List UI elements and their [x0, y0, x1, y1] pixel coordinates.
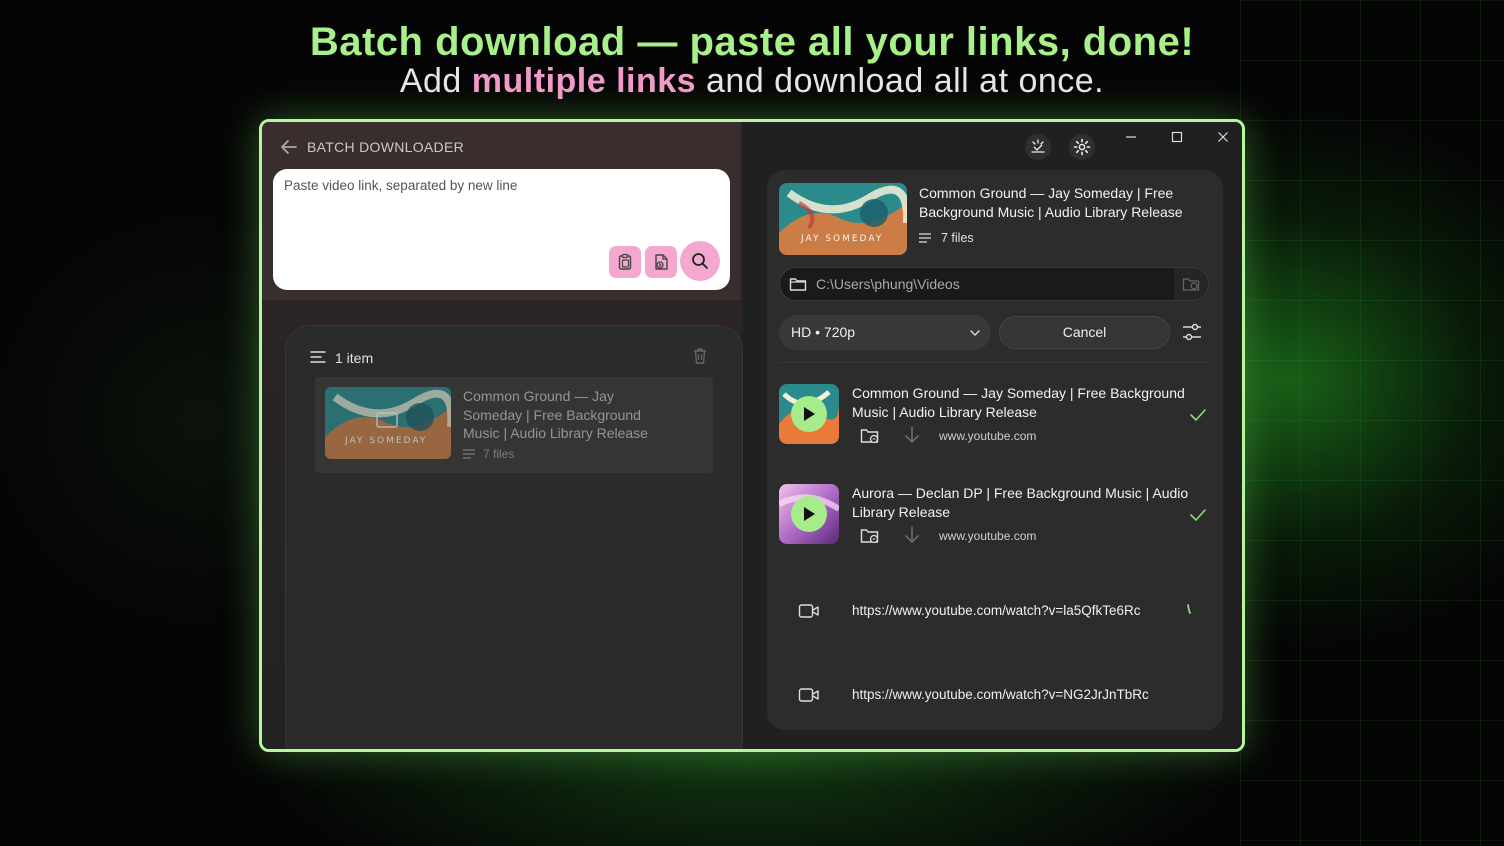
svg-text:JAY SOMEDAY: JAY SOMEDAY	[800, 234, 883, 244]
quality-selected: HD • 720p	[791, 324, 856, 340]
download-card: JAY SOMEDAY Common Ground — Jay Someday …	[767, 170, 1223, 730]
search-button[interactable]	[680, 241, 720, 281]
folder-browse-icon	[1182, 278, 1200, 291]
loading-spinner-icon	[1185, 601, 1201, 617]
download-row[interactable]: Aurora — Declan DP | Free Background Mus…	[767, 484, 1223, 574]
queue-panel: 1 item JAY SOMEDAY Common Ground — Jay S…	[285, 325, 743, 749]
play-button[interactable]	[791, 496, 827, 532]
queue-item-title: Common Ground — Jay Someday | Free Backg…	[463, 388, 648, 441]
pending-url: https://www.youtube.com/watch?v=la5QfkTe…	[852, 603, 1141, 618]
download-title: Aurora — Declan DP | Free Background Mus…	[852, 485, 1189, 520]
right-pane: JAY SOMEDAY Common Ground — Jay Someday …	[743, 122, 1242, 749]
file-import-icon	[655, 254, 668, 270]
video-camera-icon	[798, 687, 820, 703]
save-path-field[interactable]: C:\Users\phung\Videos	[779, 267, 1209, 301]
chevron-down-icon	[969, 326, 981, 338]
playlist-title: Common Ground — Jay Someday | Free Backg…	[919, 185, 1183, 220]
queue-item-thumbnail: JAY SOMEDAY	[325, 387, 451, 459]
pending-row[interactable]: https://www.youtube.com/watch?v=la5QfkTe…	[767, 599, 1223, 629]
files-icon	[919, 232, 931, 243]
pending-url: https://www.youtube.com/watch?v=NG2JrJnT…	[852, 687, 1149, 702]
background-grid	[1240, 0, 1504, 846]
clipboard-icon	[618, 253, 632, 270]
paste-clipboard-button[interactable]	[609, 246, 641, 278]
cancel-button[interactable]: Cancel	[999, 316, 1170, 349]
left-header: BATCH DOWNLOADER Paste video link, separ…	[262, 122, 741, 300]
playlist-files-count: 7 files	[941, 231, 974, 245]
trash-icon[interactable]	[690, 346, 710, 366]
settings-sliders-icon[interactable]	[1181, 322, 1203, 342]
open-folder-icon[interactable]	[860, 427, 880, 445]
download-source: www.youtube.com	[939, 429, 1037, 443]
subline-before: Add	[399, 62, 472, 100]
import-file-button[interactable]	[645, 246, 677, 278]
left-pane: BATCH DOWNLOADER Paste video link, separ…	[262, 122, 743, 749]
donate-icon[interactable]	[1025, 134, 1051, 160]
download-arrow-icon[interactable]	[904, 525, 920, 545]
download-thumbnail	[779, 384, 839, 444]
queue-item[interactable]: JAY SOMEDAY Common Ground — Jay Someday …	[315, 377, 713, 473]
download-row[interactable]: Common Ground — Jay Someday | Free Backg…	[767, 384, 1223, 474]
subline-after: and download all at once.	[696, 62, 1105, 100]
download-source: www.youtube.com	[939, 529, 1037, 543]
gear-icon[interactable]	[1069, 134, 1095, 160]
back-arrow-icon[interactable]	[278, 136, 300, 158]
check-icon	[1189, 508, 1207, 522]
page-title: BATCH DOWNLOADER	[307, 139, 464, 155]
search-icon	[692, 253, 708, 269]
subline-accent: multiple links	[471, 62, 697, 100]
pending-row[interactable]: https://www.youtube.com/watch?v=NG2JrJnT…	[767, 683, 1223, 713]
promo-headline: Batch download — paste all your links, d…	[309, 20, 1195, 64]
link-input-area[interactable]: Paste video link, separated by new line	[273, 169, 730, 290]
browse-folder-button[interactable]	[1174, 268, 1208, 300]
link-input-placeholder: Paste video link, separated by new line	[284, 178, 518, 193]
download-arrow-icon[interactable]	[904, 425, 920, 445]
open-folder-icon[interactable]	[860, 527, 880, 545]
minimize-button[interactable]	[1121, 130, 1141, 146]
save-path-value: C:\Users\phung\Videos	[816, 276, 960, 292]
list-icon	[310, 350, 326, 364]
maximize-button[interactable]	[1167, 130, 1187, 146]
download-thumbnail	[779, 484, 839, 544]
playlist-files: 7 files	[919, 231, 974, 245]
queue-count: 1 item	[335, 350, 374, 366]
download-title: Common Ground — Jay Someday | Free Backg…	[852, 385, 1185, 420]
play-button[interactable]	[791, 396, 827, 432]
app-window: BATCH DOWNLOADER Paste video link, separ…	[259, 119, 1245, 752]
divider	[779, 362, 1211, 363]
queue-item-files: 7 files	[463, 447, 514, 461]
files-icon	[463, 448, 475, 459]
svg-text:JAY SOMEDAY: JAY SOMEDAY	[344, 436, 427, 446]
queue-item-files-count: 7 files	[483, 447, 515, 461]
close-button[interactable]	[1213, 130, 1233, 146]
check-icon	[1189, 408, 1207, 422]
quality-dropdown[interactable]: HD • 720p	[779, 315, 991, 350]
video-camera-icon	[798, 603, 820, 619]
promo-subline: Add multiple links and download all at o…	[0, 62, 1504, 101]
folder-icon	[789, 276, 807, 292]
playlist-thumbnail: JAY SOMEDAY	[779, 183, 907, 255]
